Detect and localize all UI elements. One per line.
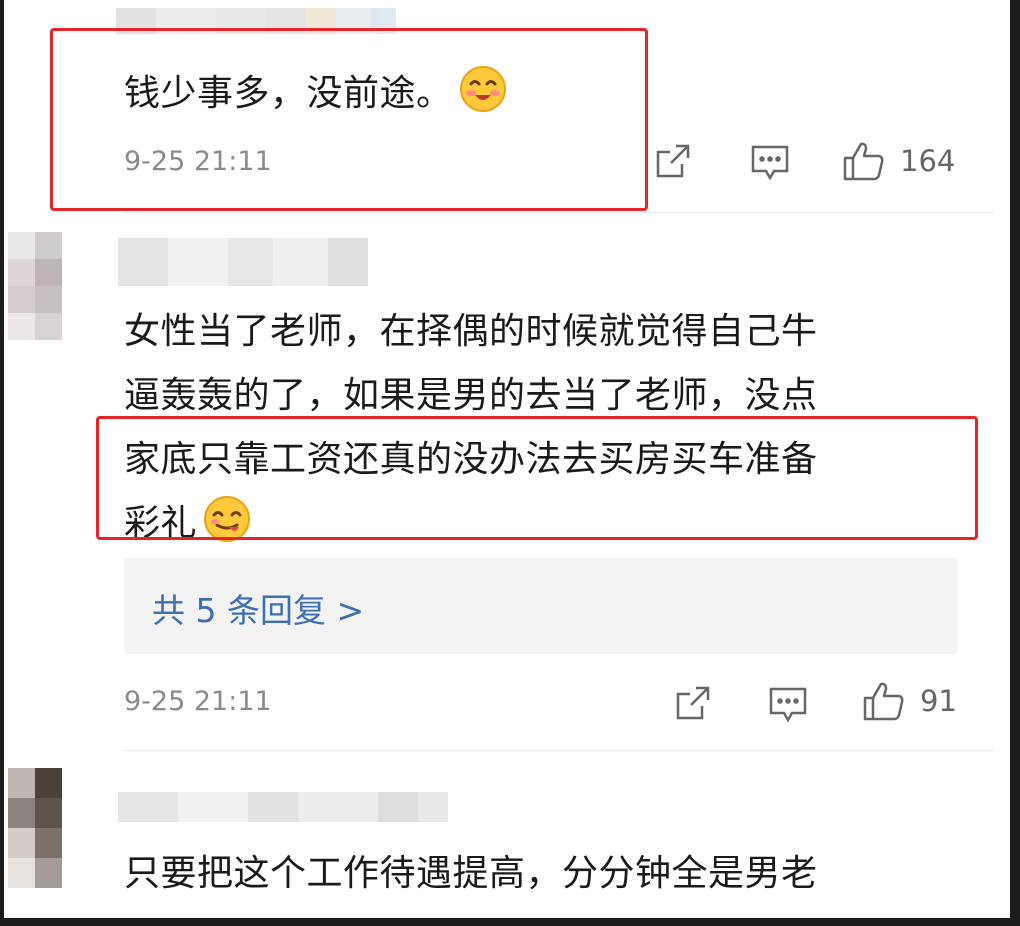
share-button[interactable] (674, 684, 712, 722)
comment-2-time: 9-25 21:11 (124, 686, 272, 717)
share-button[interactable] (654, 142, 692, 180)
thumbs-up-icon (863, 682, 904, 721)
username-blurred (118, 238, 368, 286)
highlight-box (50, 28, 648, 211)
comment-feed: 钱少事多，没前途。 9-25 21:11 164 女性当了老师，在择偶的时候就觉… (4, 0, 1010, 918)
comment-icon (751, 145, 789, 181)
avatar-blurred (8, 232, 62, 340)
view-replies-link[interactable]: 共 5 条回复 > (152, 584, 364, 632)
replies-panel: 共 5 条回复 > (124, 558, 958, 654)
like-button[interactable]: 164 (842, 140, 955, 182)
comment-3-line-1: 只要把这个工作待遇提高，分分钟全是男老 (124, 853, 818, 894)
comment-button[interactable] (750, 144, 790, 182)
comment-icon (769, 687, 807, 723)
share-icon (676, 686, 710, 720)
divider (124, 212, 994, 213)
divider (124, 750, 994, 751)
comment-3-text: 只要把这个工作待遇提高，分分钟全是男老 (124, 842, 818, 906)
highlight-box (96, 416, 978, 540)
like-count: 164 (900, 144, 956, 178)
username-blurred (118, 792, 448, 822)
like-button[interactable]: 91 (862, 680, 957, 722)
avatar-blurred (8, 768, 62, 888)
comment-button[interactable] (768, 686, 808, 724)
comment-2-line-1: 女性当了老师，在择偶的时候就觉得自己牛 (124, 311, 818, 352)
thumbs-up-icon (843, 142, 884, 181)
share-icon (656, 144, 690, 178)
like-count: 91 (920, 684, 957, 718)
